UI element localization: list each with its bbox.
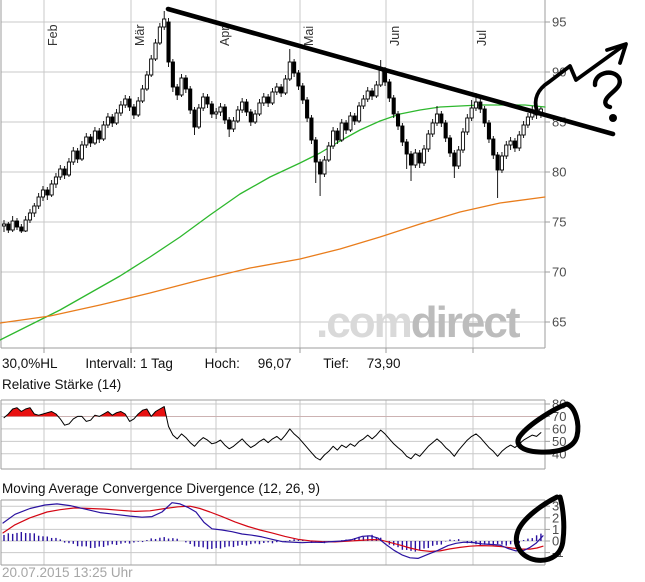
chart-timestamp: 20.07.2015 13:25 Uhr [2,565,133,580]
high-label: Hoch: [205,356,240,371]
y-tick-label: 65 [552,315,566,330]
watermark-prefix: .com [316,298,411,347]
y-tick-label: 70 [552,265,566,280]
rsi-overbought-fill [4,407,541,461]
month-label-jun: Jun [388,26,402,46]
chart-page: Feb Mär Apr Mai Jun Jul 95 90 85 80 75 70 65 80706050… [0,0,645,582]
y-tick-label: 75 [552,215,566,230]
high-value: 96,07 [258,356,292,371]
chart-info-bar: 30,0%HL Intervall: 1 Tag Hoch: 96,07 Tie… [2,356,401,371]
y-tick-label: 95 [552,15,566,30]
y-tick-label: 85 [552,115,566,130]
month-label-apr: Apr [218,27,232,46]
macd-histogram [4,532,541,552]
y-tick-label: 80 [552,165,566,180]
low-label: Tief: [323,356,349,371]
comdirect-watermark: .comdirect [316,301,519,345]
month-label-feb: Feb [46,24,60,46]
low-value: 73,90 [367,356,401,371]
y-tick-label: 40 [552,446,566,461]
watermark-suffix: direct [411,298,519,347]
macd-panel-title: Moving Average Convergence Divergence (1… [2,481,320,496]
macd-grid [1,500,545,565]
main-grid [1,0,545,348]
y-tick-label: -1 [552,545,564,560]
month-label-mär: Mär [133,24,147,46]
rsi-grid [1,400,545,469]
hl-range-value: 30,0%HL [2,356,58,371]
macd-signal-line [3,506,543,551]
rsi-panel-title: Relative Stärke (14) [2,377,121,392]
price-axis-labels: 95 90 85 80 75 70 65 [545,15,566,330]
month-label-jul: Jul [475,30,489,46]
y-tick-label: 90 [552,65,566,80]
rsi-axis-labels: 8070605040 [545,397,566,462]
interval-value: Intervall: 1 Tag [85,356,173,371]
macd-axis-labels: 3210-1 [545,499,564,560]
macd-line [3,503,543,559]
rsi-line [4,407,541,461]
month-label-mai: Mai [302,26,316,46]
